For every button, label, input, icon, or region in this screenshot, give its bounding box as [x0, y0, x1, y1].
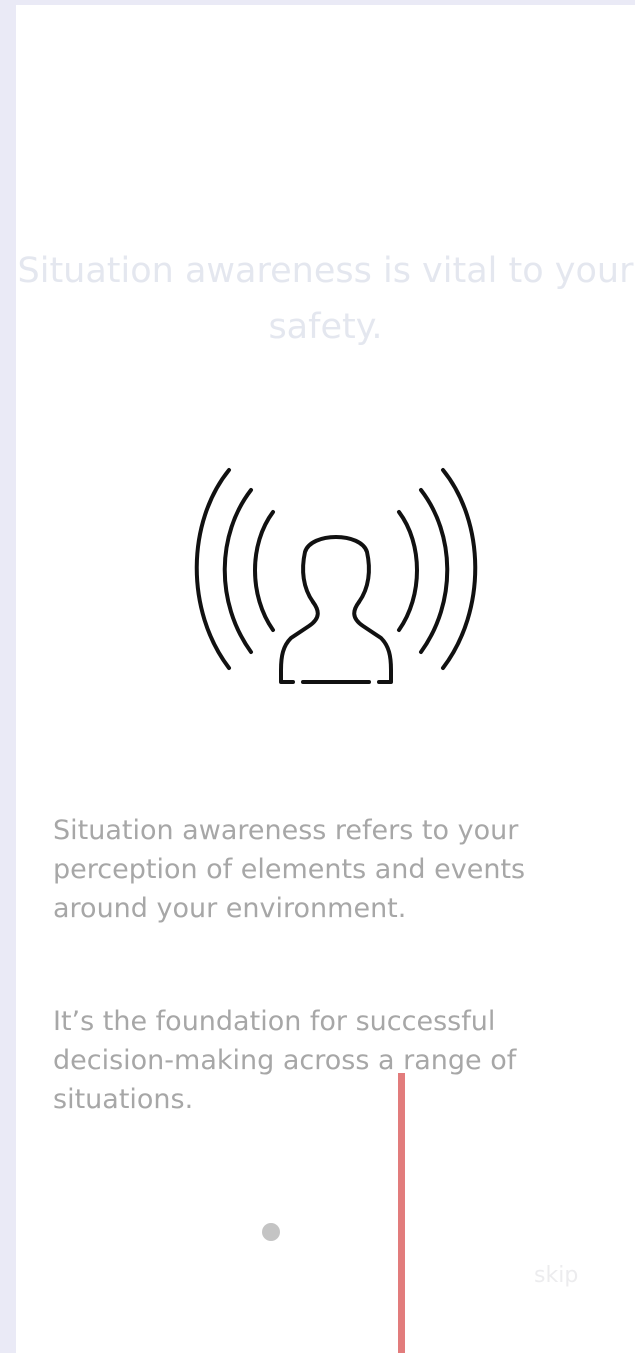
person-broadcast-icon	[194, 468, 478, 684]
skip-button[interactable]: skip	[534, 1263, 578, 1288]
headline: Situation awareness is vital to your saf…	[17, 251, 634, 347]
description-paragraph-2: It’s the foundation for successful decis…	[53, 1006, 517, 1115]
onboarding-screen: Situation awareness is vital to your saf…	[16, 5, 635, 1353]
page-indicator-dot[interactable]	[262, 1223, 280, 1241]
scroll-indicator	[398, 1073, 405, 1353]
description-paragraph-1: Situation awareness refers to your perce…	[53, 815, 526, 924]
